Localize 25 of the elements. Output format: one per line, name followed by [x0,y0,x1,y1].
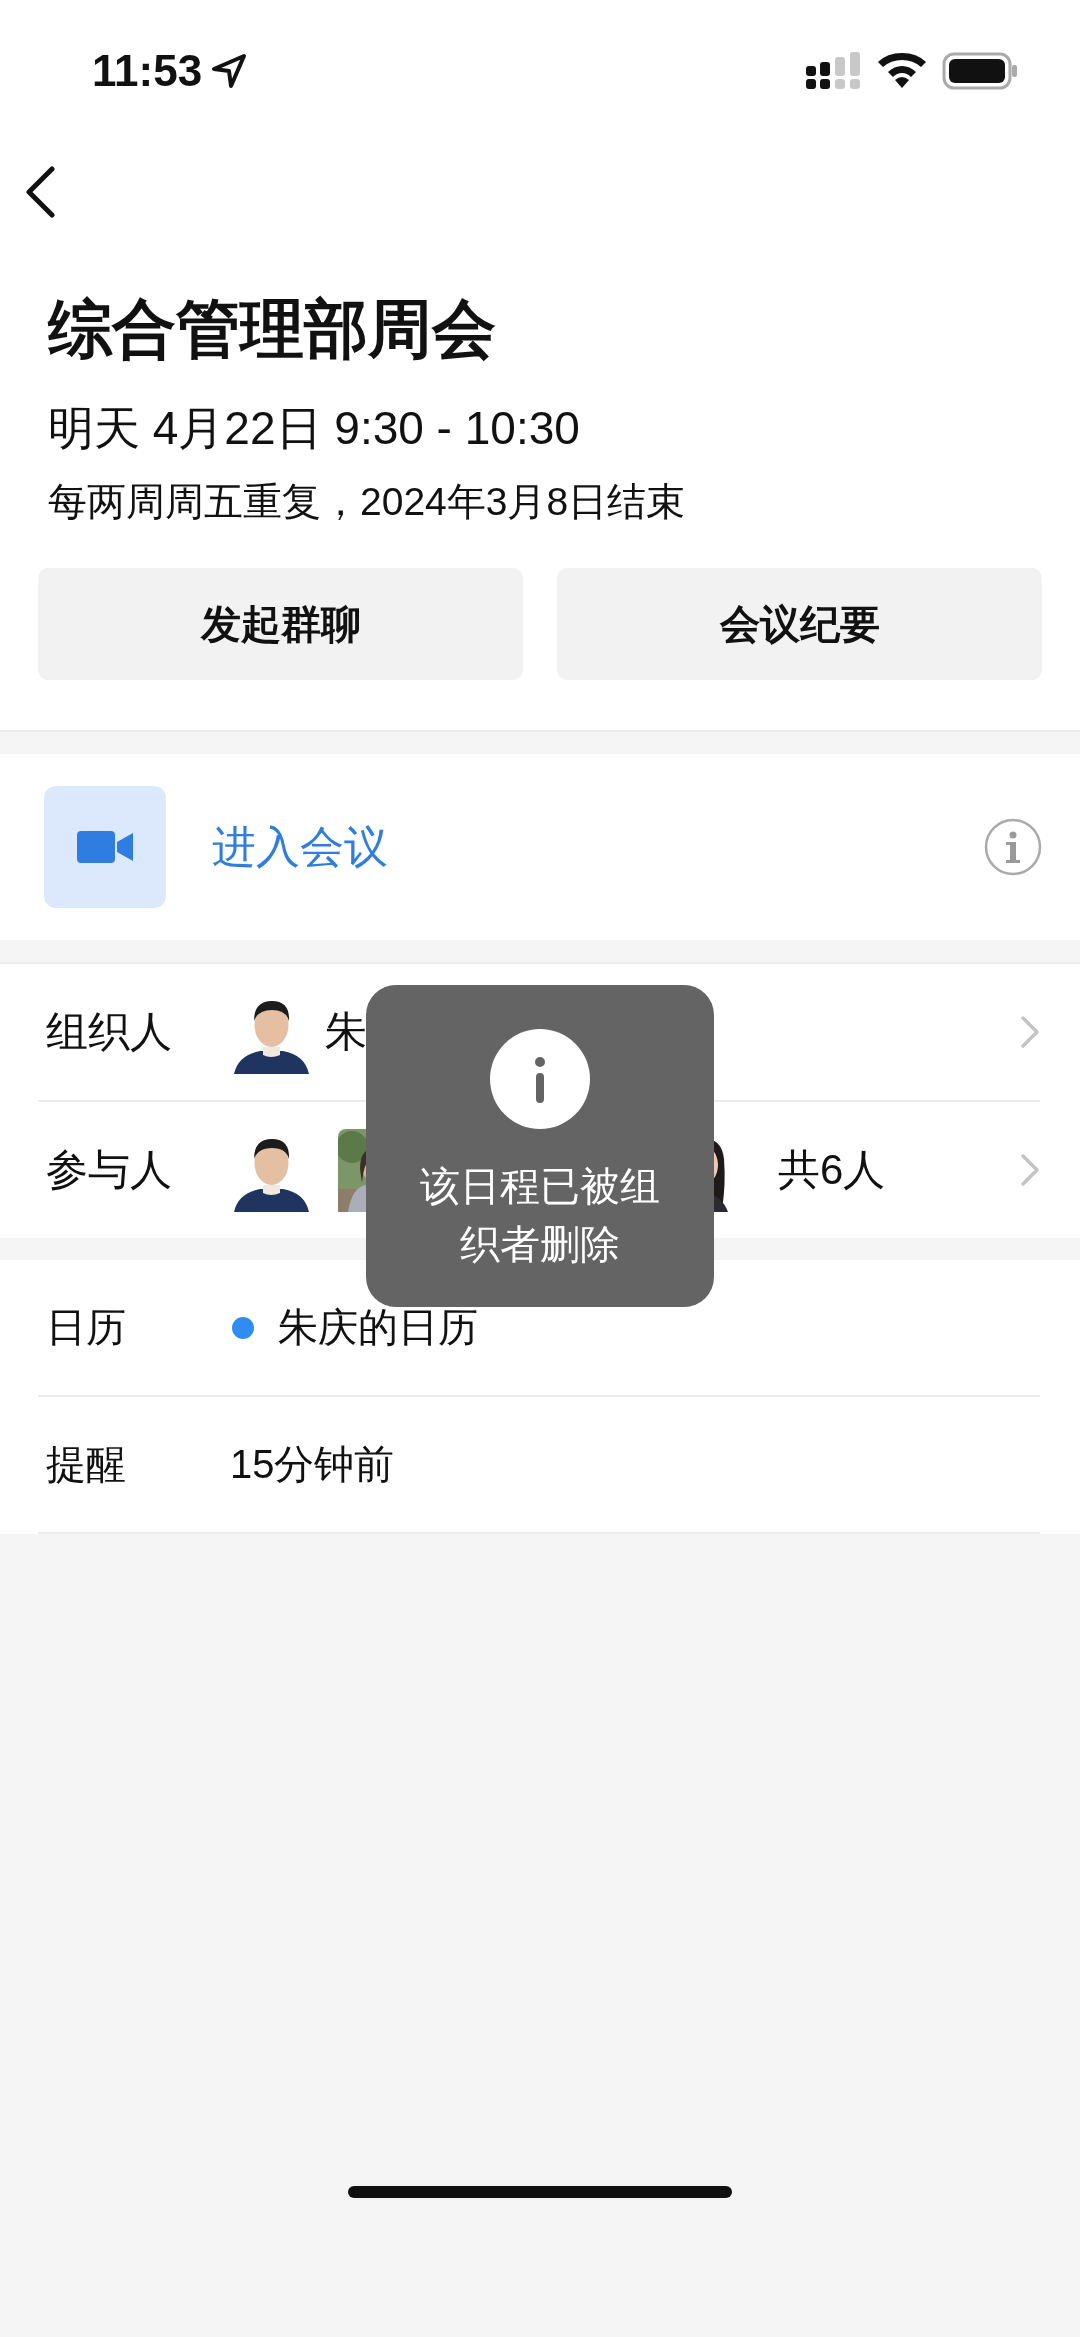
calendar-name: 朱庆的日历 [278,1304,478,1351]
back-icon[interactable] [24,166,56,218]
reminder-value: 15分钟前 [230,1441,395,1488]
row-label: 参与人 [45,1145,173,1195]
row-label: 日历 [45,1304,127,1351]
info-icon[interactable] [984,818,1042,876]
signal-icon [806,52,862,90]
row-label: 提醒 [45,1441,127,1488]
chevron-right-icon [1020,1015,1040,1049]
wifi-icon [878,53,926,89]
toast-message: 该日程已被组织者删除 [419,1163,661,1268]
video-camera-icon[interactable] [44,786,166,908]
action-button[interactable]: 发起群聊 [38,568,523,680]
event-time: 明天 4月22日 9:30 - 10:30 [48,401,581,456]
chevron-right-icon [1020,1153,1040,1187]
row-label: 组织人 [45,1007,173,1057]
status-time: 11:53 [92,46,203,96]
organizer-name: 朱 [325,1007,368,1057]
info-icon [490,1029,590,1129]
recurrence-text: 每两周周五重复，2024年3月8日结束 [48,479,687,525]
location-arrow-icon [210,52,249,90]
action-button[interactable]: 会议纪要 [557,568,1042,680]
attendee-count: 共6人 [778,1145,887,1195]
battery-icon [942,52,1018,90]
event-title: 综合管理部周会 [48,292,497,367]
